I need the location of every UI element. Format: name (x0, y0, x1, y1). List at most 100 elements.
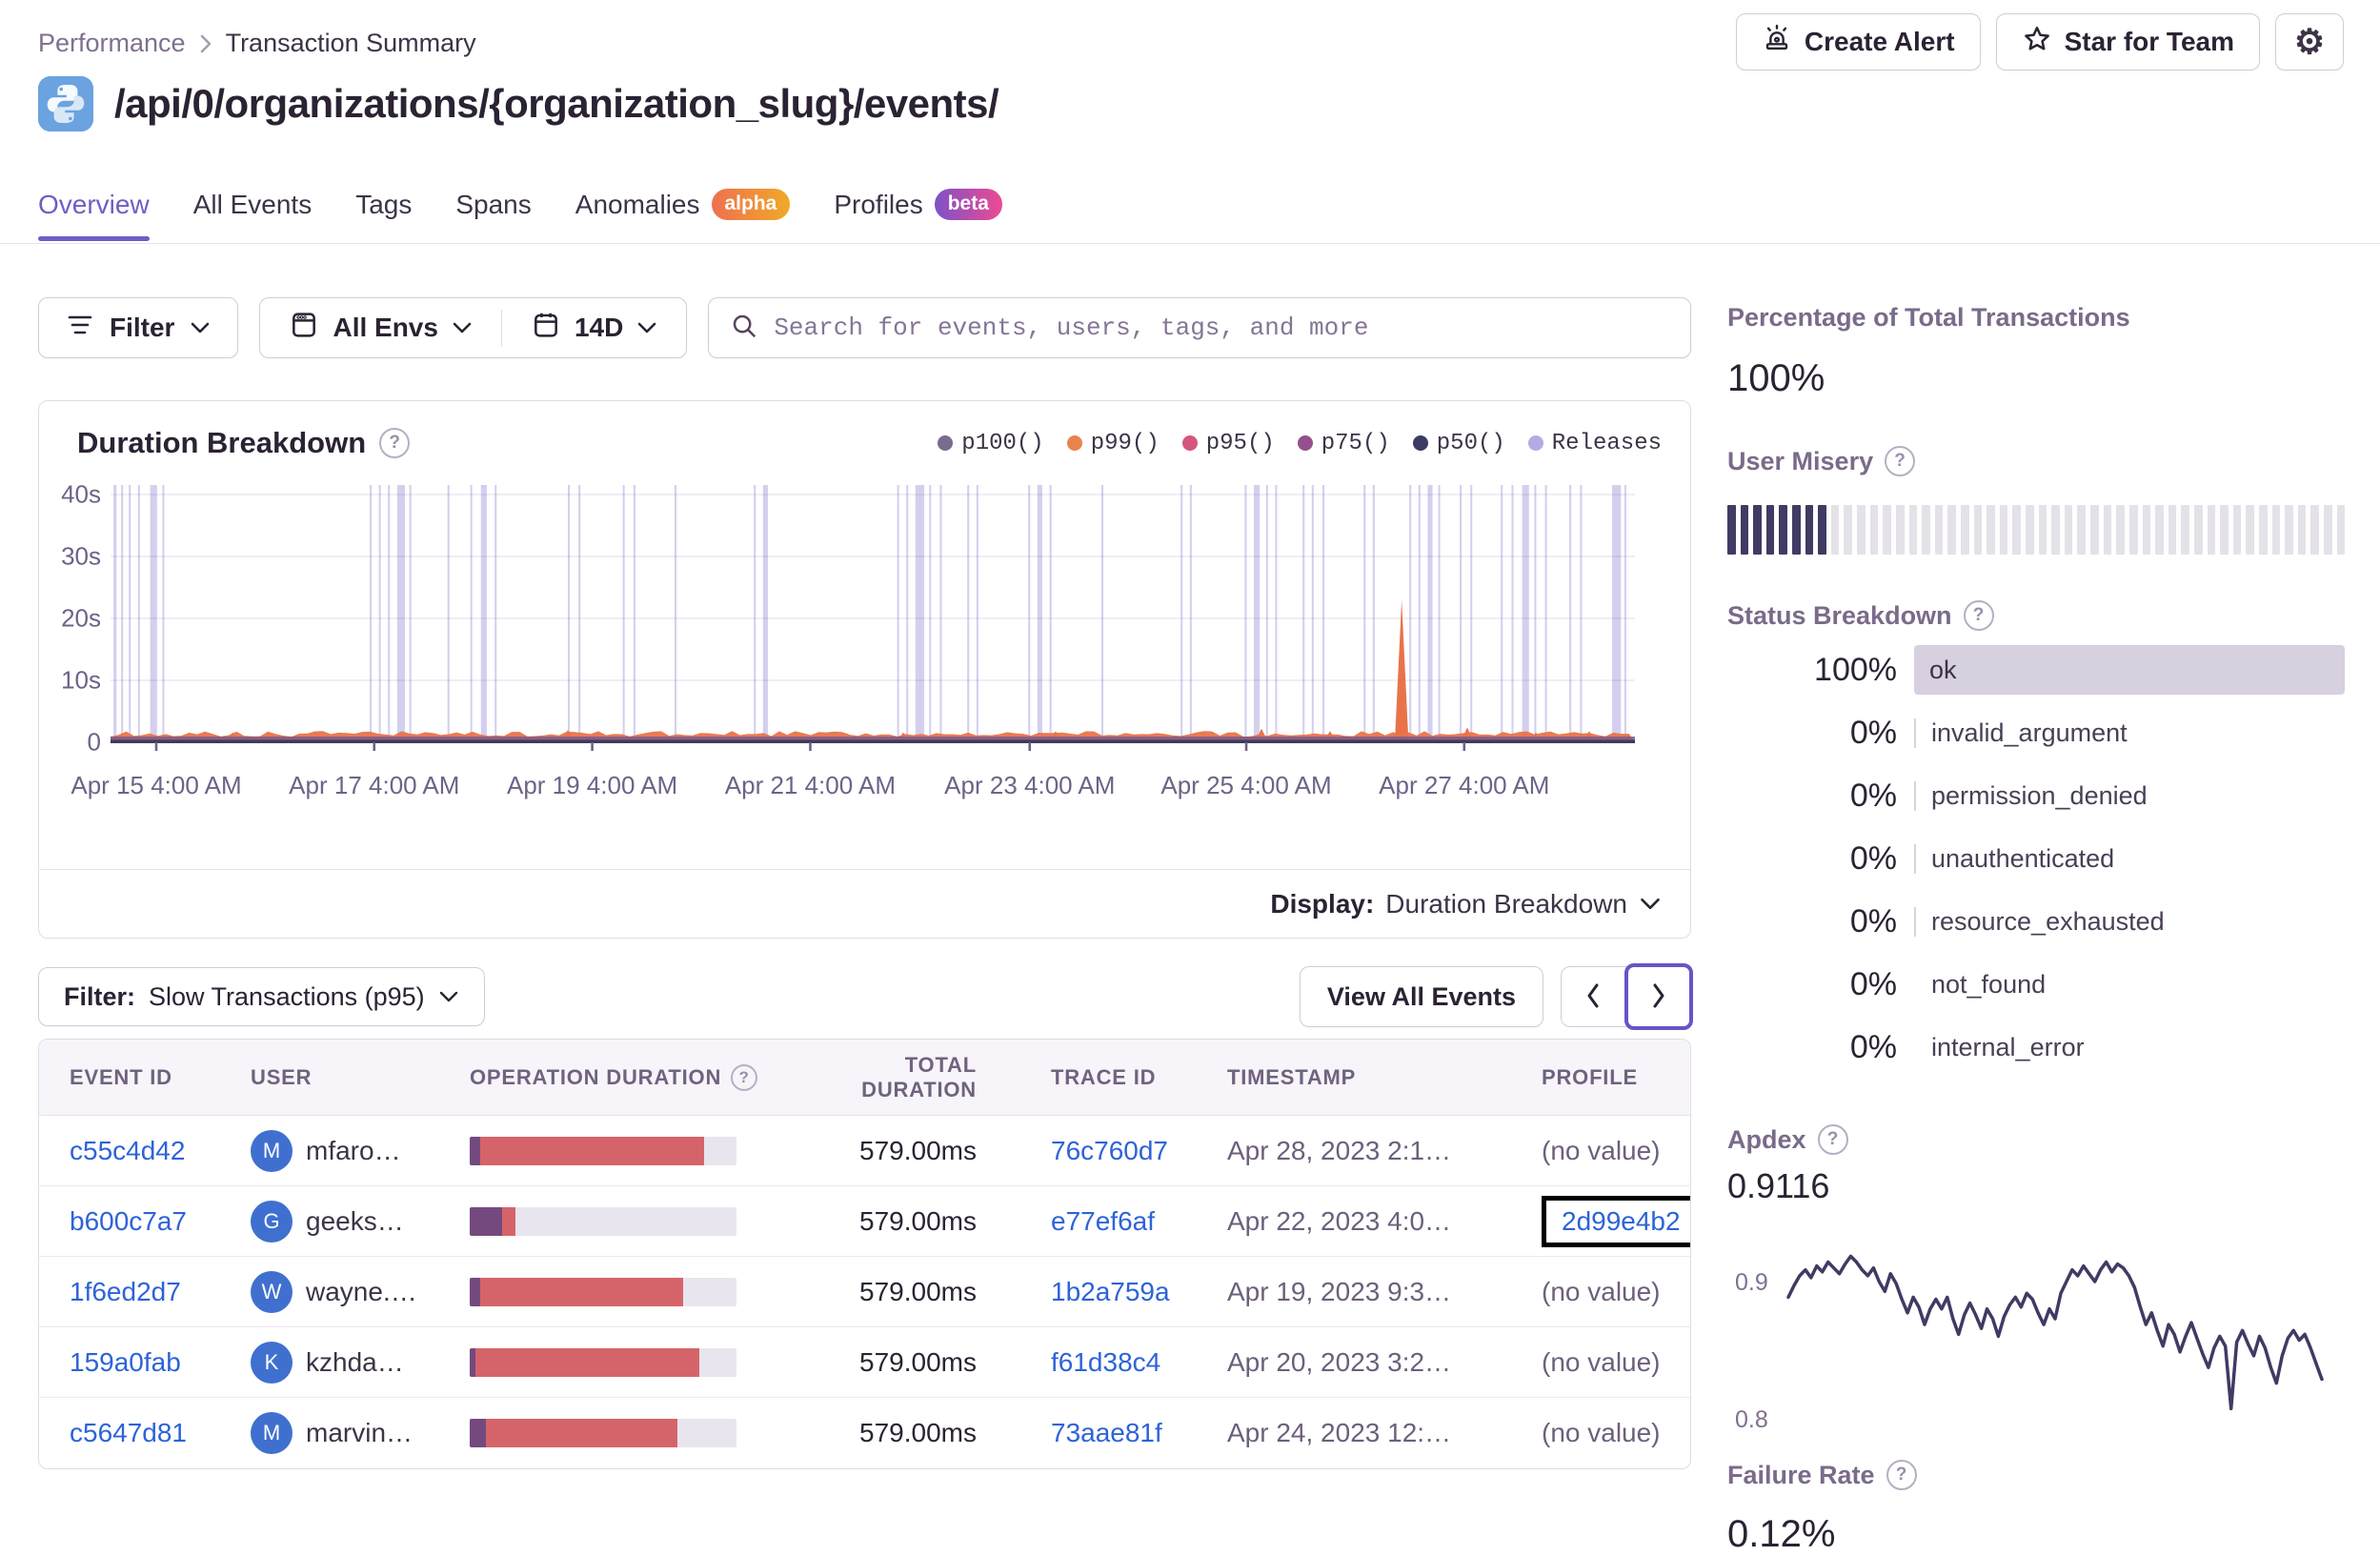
legend-dot (938, 435, 954, 451)
env-date-group: All Envs 14D (259, 297, 688, 358)
misery-tick-empty (2310, 505, 2320, 555)
trace-id-link[interactable]: f61d38c4 (1051, 1347, 1160, 1378)
chevron-right-icon (1649, 981, 1668, 1013)
user-name: mfaro… (306, 1135, 401, 1165)
trace-id-link[interactable]: 76c760d7 (1051, 1136, 1168, 1166)
legend-item[interactable]: Releases (1527, 431, 1662, 456)
tab-profiles[interactable]: Profiles beta (834, 189, 1002, 241)
create-alert-button[interactable]: Create Alert (1735, 13, 1981, 71)
environment-dropdown[interactable]: All Envs (260, 310, 500, 347)
legend-item[interactable]: p95() (1181, 431, 1275, 456)
tab-anomalies[interactable]: Anomalies alpha (575, 189, 791, 241)
misery-tick-empty (2246, 505, 2254, 555)
column-timestamp: Timestamp (1227, 1064, 1357, 1089)
legend-item[interactable]: p100() (938, 431, 1044, 456)
status-percent: 0% (1849, 839, 1897, 877)
misery-tick-empty (2220, 505, 2229, 555)
previous-page-button[interactable] (1562, 967, 1624, 1026)
trace-id-link[interactable]: 73aae81f (1051, 1418, 1162, 1448)
misery-tick-empty (1934, 505, 1944, 555)
table-row: c55c4d42 Mmfaro… 579.00ms 76c760d7 Apr 2… (39, 1116, 1690, 1186)
next-page-button[interactable] (1624, 963, 1693, 1030)
settings-button[interactable]: ⚙ (2275, 13, 2344, 71)
calendar-icon (531, 310, 561, 347)
misery-tick-empty (2090, 505, 2099, 555)
transaction-summary-page: Performance Transaction Summary Create A… (0, 0, 2380, 1555)
x-tick-label: Apr 17 4:00 AM (289, 771, 460, 799)
trace-id-link[interactable]: 1b2a759a (1051, 1277, 1170, 1307)
beta-badge: beta (934, 189, 1002, 220)
table-row: 159a0fab Kkzhda… 579.00ms f61d38c4 Apr 2… (39, 1327, 1690, 1398)
misery-tick-empty (2258, 505, 2268, 555)
total-transactions-heading: Percentage of Total Transactions (1727, 303, 2130, 332)
status-row: 0% permission_denied (1727, 764, 2345, 827)
help-icon[interactable]: ? (379, 428, 411, 458)
x-tick-label: Apr 25 4:00 AM (1160, 771, 1332, 799)
help-icon[interactable]: ? (731, 1063, 758, 1091)
x-tick-label: Apr 15 4:00 AM (71, 771, 242, 799)
search-input[interactable] (774, 313, 1669, 342)
misery-tick-empty (1844, 505, 1853, 555)
total-duration: 579.00ms (859, 1418, 977, 1447)
misery-tick-empty (2116, 505, 2125, 555)
misery-tick-empty (1960, 505, 1969, 555)
misery-tick-empty (2026, 505, 2034, 555)
tab-tags[interactable]: Tags (355, 190, 412, 241)
breadcrumb-performance[interactable]: Performance (38, 29, 186, 58)
tab-spans[interactable]: Spans (455, 190, 531, 241)
legend-dot (1527, 435, 1543, 451)
legend-item[interactable]: p50() (1412, 431, 1505, 456)
timestamp: Apr 22, 2023 4:0… (1227, 1205, 1452, 1236)
help-icon[interactable]: ? (1885, 446, 1916, 476)
date-range-dropdown[interactable]: 14D (500, 309, 686, 347)
legend-item[interactable]: p99() (1066, 431, 1160, 456)
misery-tick-empty (2297, 505, 2307, 555)
chevron-down-icon (636, 321, 657, 334)
misery-tick-empty (1895, 505, 1905, 555)
misery-tick-filled (1727, 505, 1736, 555)
status-row: 0% invalid_argument (1727, 701, 2345, 764)
event-id-link[interactable]: b600c7a7 (70, 1206, 187, 1237)
transactions-controls: Filter: Slow Transactions (p95) View All… (38, 963, 1693, 1030)
y-tick-label: 20s (61, 603, 101, 633)
status-row: 0% not_found (1727, 953, 2345, 1016)
misery-tick-filled (1765, 505, 1775, 555)
duration-chart-svg[interactable] (111, 485, 1635, 752)
event-id-link[interactable]: c55c4d42 (70, 1136, 185, 1166)
user-misery-bar[interactable] (1727, 505, 2346, 555)
view-all-events-button[interactable]: View All Events (1299, 966, 1543, 1027)
misery-tick-empty (2077, 505, 2087, 555)
profile-empty: (no value) (1542, 1135, 1661, 1165)
filter-bar: Filter All Envs 14D (38, 297, 1691, 358)
profile-highlight-box: 2d99e4b2 (1542, 1195, 1690, 1247)
title-row: /api/0/organizations/{organization_slug}… (38, 76, 999, 131)
total-duration: 579.00ms (859, 1135, 977, 1165)
misery-tick-empty (1869, 505, 1879, 555)
status-percent: 0% (1849, 965, 1897, 1002)
profile-empty: (no value) (1542, 1346, 1661, 1377)
tab-all-events[interactable]: All Events (193, 190, 313, 241)
event-id-link[interactable]: 159a0fab (70, 1347, 181, 1378)
legend-item[interactable]: p75() (1297, 431, 1390, 456)
status-percent: 100% (1814, 651, 1897, 688)
trace-id-link[interactable]: e77ef6af (1051, 1206, 1155, 1237)
event-id-link[interactable]: 1f6ed2d7 (70, 1277, 181, 1307)
help-icon[interactable]: ? (1817, 1124, 1848, 1155)
display-dropdown[interactable]: Duration Breakdown (1385, 889, 1662, 919)
star-icon (2022, 24, 2052, 61)
filter-dropdown[interactable]: Filter (38, 297, 239, 358)
event-id-link[interactable]: c5647d81 (70, 1418, 187, 1448)
search-box (708, 297, 1691, 358)
slow-transactions-filter[interactable]: Filter: Slow Transactions (p95) (38, 967, 485, 1026)
help-icon[interactable]: ? (1886, 1460, 1917, 1490)
breadcrumb: Performance Transaction Summary (38, 29, 476, 58)
profile-link[interactable]: 2d99e4b2 (1562, 1206, 1681, 1236)
operation-duration-bar (470, 1136, 736, 1165)
tab-overview[interactable]: Overview (38, 190, 150, 241)
help-icon[interactable]: ? (1963, 600, 1994, 631)
star-for-team-button[interactable]: Star for Team (1995, 13, 2260, 71)
environment-label: All Envs (333, 313, 438, 342)
y-tick-label: 0 (87, 727, 101, 757)
total-duration: 579.00ms (859, 1346, 977, 1377)
apdex-sparkline (1786, 1254, 2324, 1411)
